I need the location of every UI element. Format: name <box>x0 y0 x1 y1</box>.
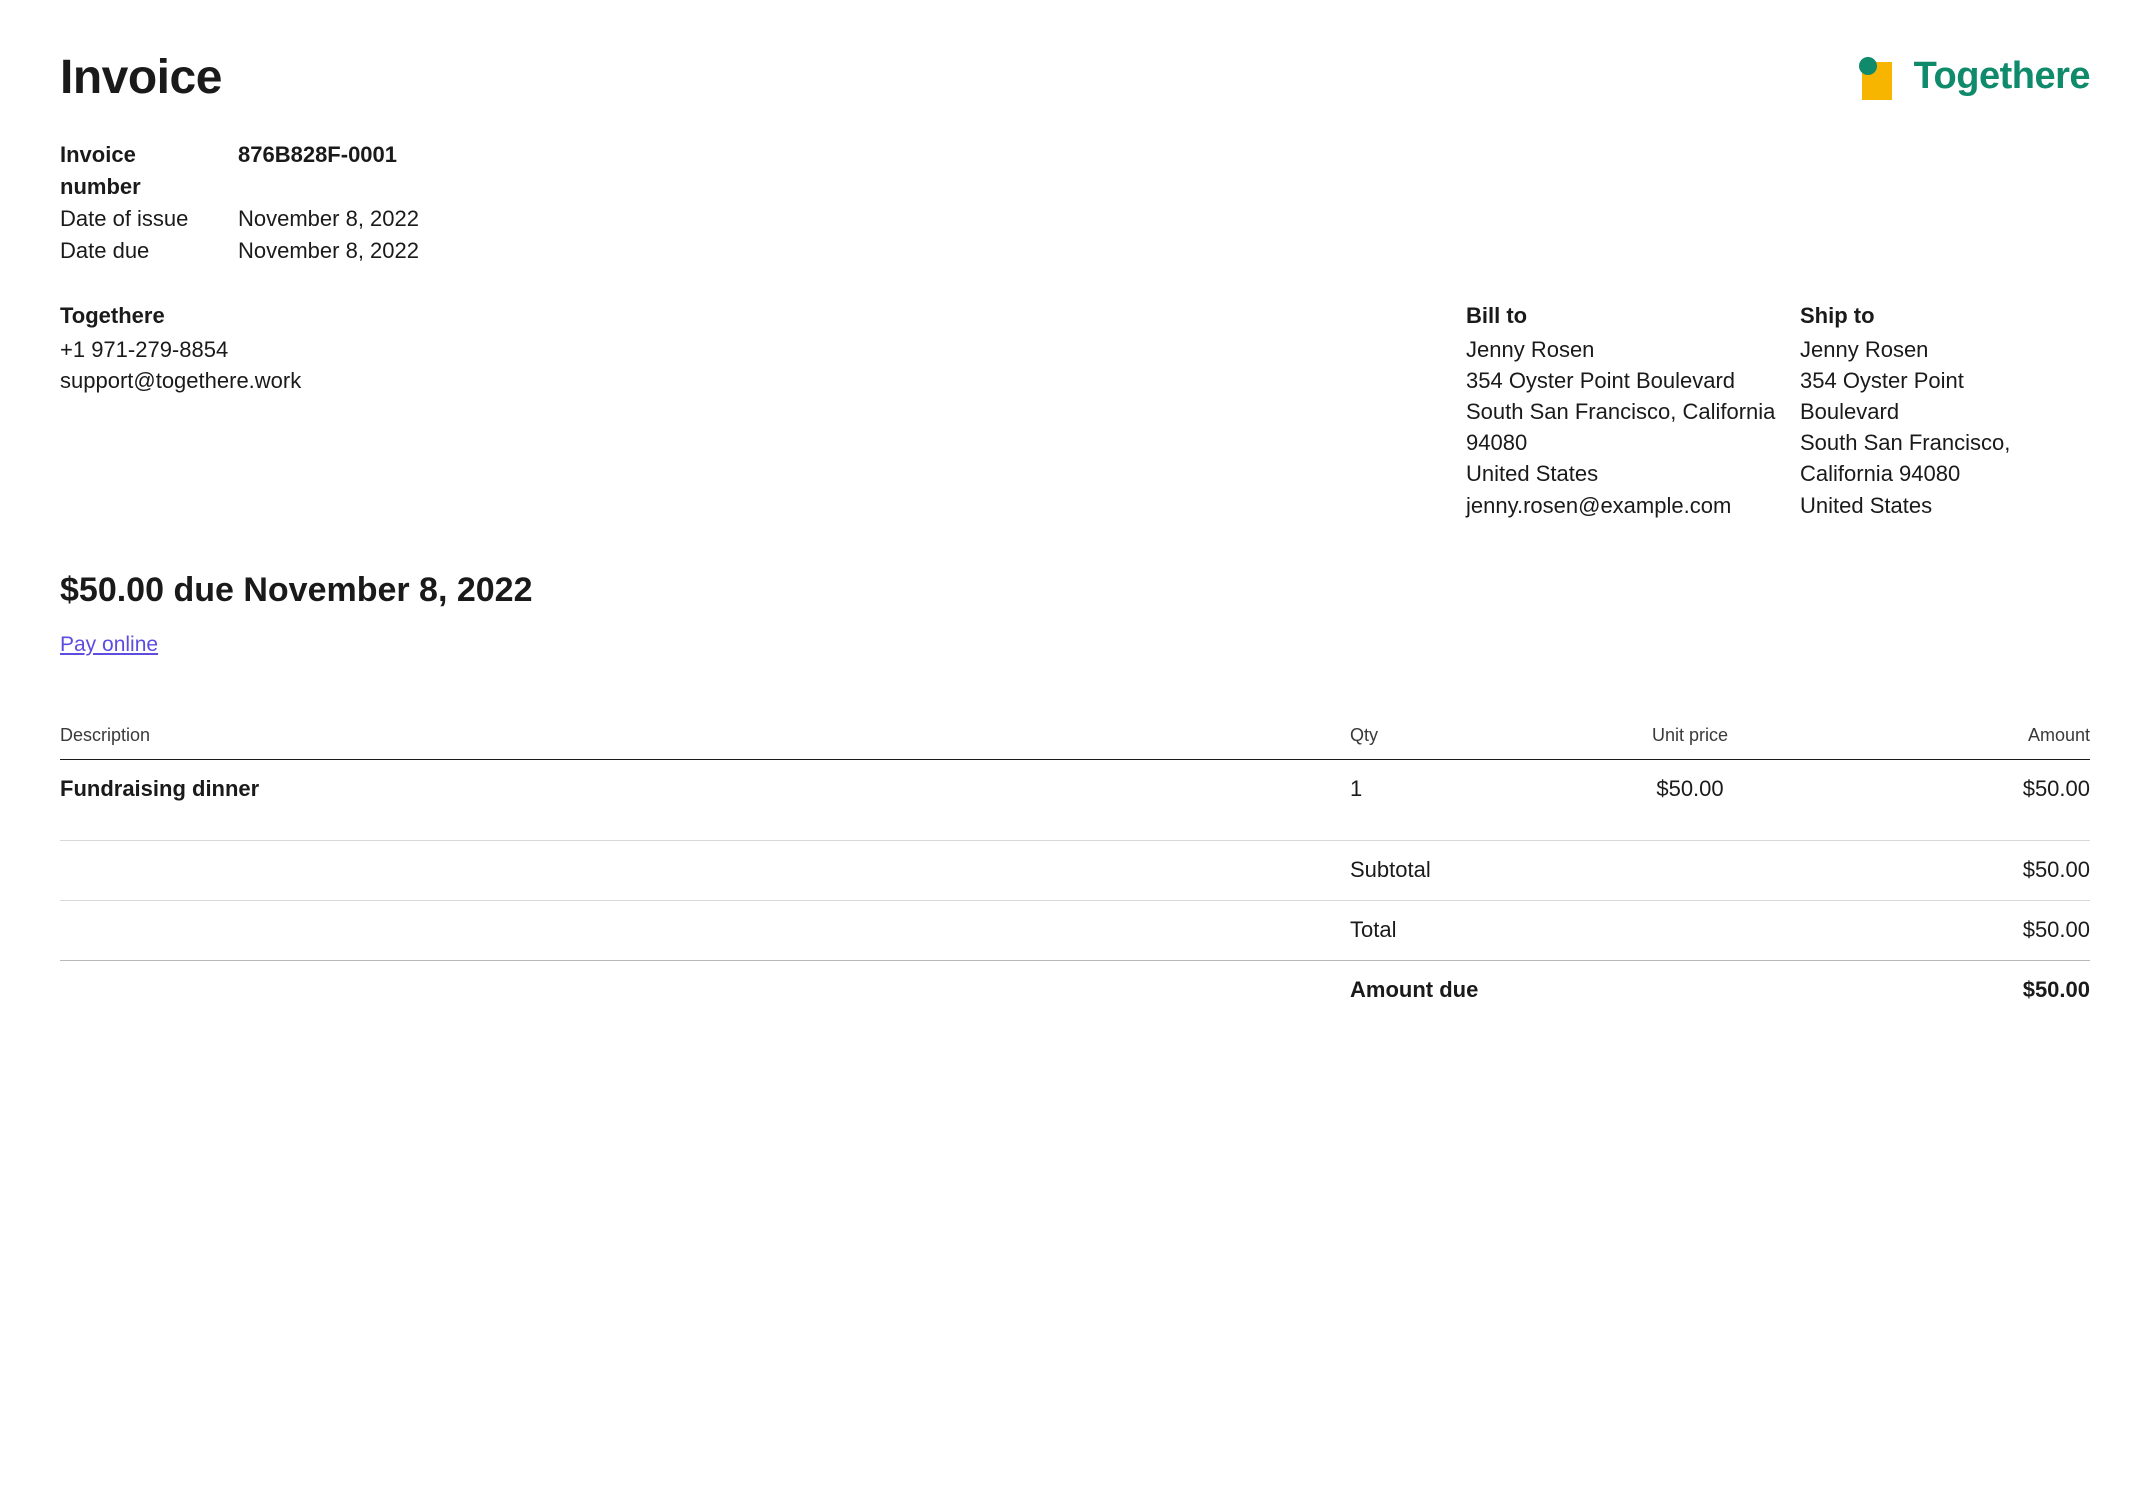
date-of-issue-label: Date of issue <box>60 203 220 235</box>
meta-date-due: Date due November 8, 2022 <box>60 235 2090 267</box>
ship-to-street1: 354 Oyster Point <box>1800 365 2090 396</box>
invoice-number-label: Invoice number <box>60 139 220 203</box>
parties: Togethere +1 971-279-8854 support@togeth… <box>60 301 2090 521</box>
amount-due-summary: $50.00 due November 8, 2022 <box>60 567 2090 615</box>
subtotal-row: Subtotal $50.00 <box>60 840 2090 900</box>
meta-invoice-number: Invoice number 876B828F-0001 <box>60 139 2090 203</box>
ship-to-city1: South San Francisco, <box>1800 427 2090 458</box>
totals: Subtotal $50.00 Total $50.00 Amount due … <box>60 840 2090 1019</box>
invoice-meta: Invoice number 876B828F-0001 Date of iss… <box>60 139 2090 267</box>
amount-due-row: Amount due $50.00 <box>60 960 2090 1020</box>
page-title: Invoice <box>60 44 222 111</box>
ship-to-street2: Boulevard <box>1800 396 2090 427</box>
bill-to-street: 354 Oyster Point Boulevard <box>1466 365 1786 396</box>
items-header-row: Description Qty Unit price Amount <box>60 723 2090 759</box>
brand-logo: Togethere <box>1856 50 2090 103</box>
pay-online-link[interactable]: Pay online <box>60 633 158 656</box>
header: Invoice Togethere <box>60 44 2090 111</box>
bill-to-country: United States <box>1466 458 1786 489</box>
bill-to-email: jenny.rosen@example.com <box>1466 490 1786 521</box>
from-phone: +1 971-279-8854 <box>60 334 1452 365</box>
date-due-value: November 8, 2022 <box>238 235 419 267</box>
line-items: Description Qty Unit price Amount Fundra… <box>60 723 2090 1019</box>
bill-to-heading: Bill to <box>1466 301 1786 332</box>
brand-name: Togethere <box>1914 50 2090 103</box>
invoice-number-value: 876B828F-0001 <box>238 139 397 203</box>
item-qty: 1 <box>1350 774 1550 805</box>
subtotal-label: Subtotal <box>1350 855 1830 886</box>
ship-to-country: United States <box>1800 490 2090 521</box>
amount-due-value: $50.00 <box>1830 975 2090 1006</box>
date-due-label: Date due <box>60 235 220 267</box>
bill-to-block: Bill to Jenny Rosen 354 Oyster Point Bou… <box>1466 301 1786 521</box>
col-description-header: Description <box>60 723 1350 748</box>
total-row: Total $50.00 <box>60 900 2090 960</box>
item-description: Fundraising dinner <box>60 774 1350 805</box>
date-of-issue-value: November 8, 2022 <box>238 203 419 235</box>
togethere-logo-icon <box>1856 54 1902 100</box>
amount-due-label: Amount due <box>1350 975 1830 1006</box>
ship-to-block: Ship to Jenny Rosen 354 Oyster Point Bou… <box>1800 301 2090 521</box>
item-unit-price: $50.00 <box>1550 774 1830 805</box>
total-label: Total <box>1350 915 1830 946</box>
ship-to-heading: Ship to <box>1800 301 2090 332</box>
from-email: support@togethere.work <box>60 365 1452 396</box>
ship-to-name: Jenny Rosen <box>1800 334 2090 365</box>
col-qty-header: Qty <box>1350 723 1550 748</box>
from-name: Togethere <box>60 301 1452 332</box>
subtotal-value: $50.00 <box>1830 855 2090 886</box>
ship-to-city2: California 94080 <box>1800 458 2090 489</box>
bill-to-name: Jenny Rosen <box>1466 334 1786 365</box>
meta-date-of-issue: Date of issue November 8, 2022 <box>60 203 2090 235</box>
total-value: $50.00 <box>1830 915 2090 946</box>
from-block: Togethere +1 971-279-8854 support@togeth… <box>60 301 1452 521</box>
bill-to-city: South San Francisco, California 94080 <box>1466 396 1786 458</box>
col-amount-header: Amount <box>1830 723 2090 748</box>
col-unit-price-header: Unit price <box>1550 723 1830 748</box>
item-amount: $50.00 <box>1830 774 2090 805</box>
table-row: Fundraising dinner 1 $50.00 $50.00 <box>60 760 2090 823</box>
